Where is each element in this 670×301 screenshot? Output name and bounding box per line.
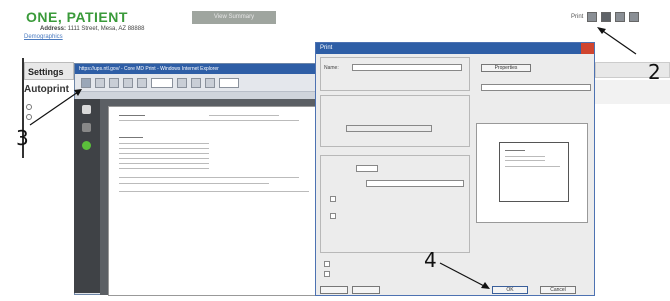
arrow-3-head (74, 89, 82, 96)
arrow-3-line (29, 91, 79, 126)
arrow-2-line (599, 28, 637, 55)
callout-arrows (29, 27, 637, 289)
callout-number-4: 4 (424, 248, 437, 272)
arrow-4-line (439, 262, 487, 288)
callout-number-2: 2 (648, 60, 661, 84)
callout-number-3: 3 (16, 126, 29, 150)
